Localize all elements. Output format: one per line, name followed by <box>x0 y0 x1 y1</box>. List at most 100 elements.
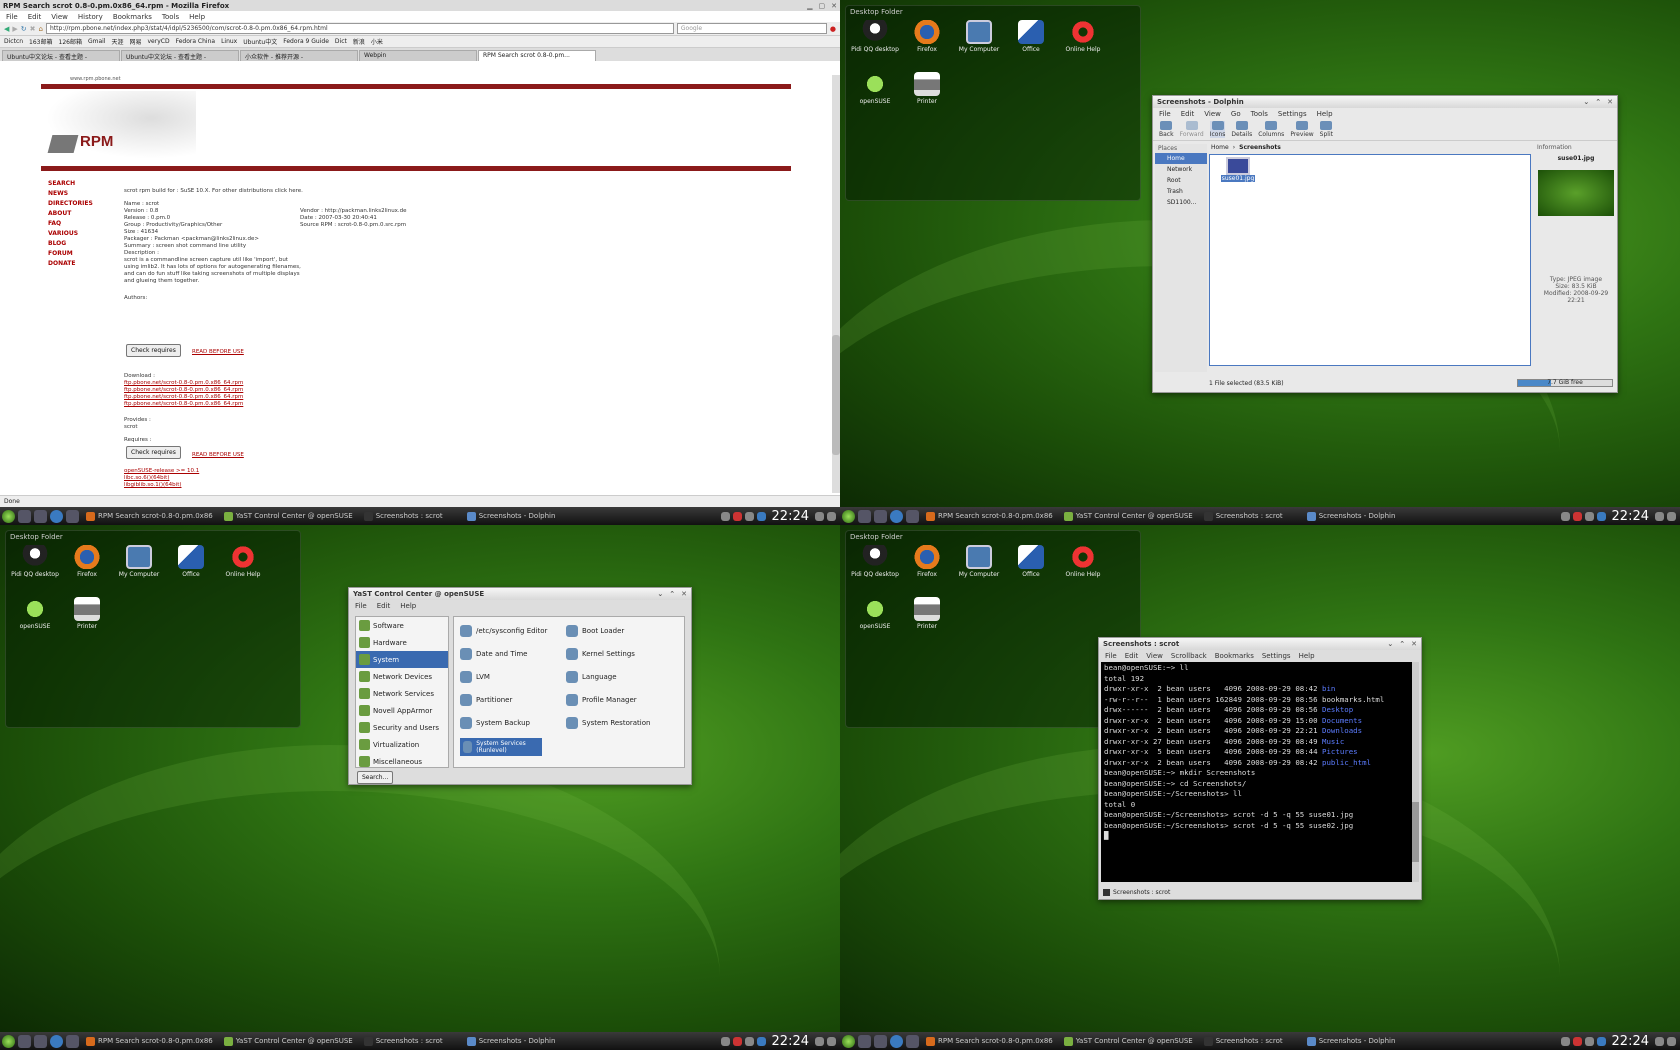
taskbar-item[interactable]: Screenshots : scrot <box>1200 1034 1300 1049</box>
download-link[interactable]: ftp.pbone.net/scrot-0.8-0.pm.0.x86_64.rp… <box>124 401 243 408</box>
tray-icon[interactable] <box>1572 511 1582 521</box>
place-home[interactable]: Home <box>1155 153 1207 164</box>
taskbar-item[interactable]: Screenshots - Dolphin <box>1303 1034 1403 1049</box>
close-icon[interactable]: ✕ <box>831 2 837 10</box>
close-icon[interactable]: ✕ <box>1607 98 1613 106</box>
menu-tools[interactable]: Tools <box>1251 110 1268 118</box>
module-datetime[interactable]: Date and Time <box>460 648 527 660</box>
pager-icon[interactable] <box>34 1034 47 1048</box>
module-backup[interactable]: System Backup <box>460 717 530 729</box>
taskbar-item[interactable]: YaST Control Center @ openSUSE <box>220 1034 357 1049</box>
clock[interactable]: 22:24 <box>1609 509 1652 524</box>
reload-icon[interactable]: ↻ <box>21 25 27 33</box>
minimize-icon[interactable]: ⌄ <box>1387 640 1393 648</box>
tray-icon[interactable] <box>720 511 730 521</box>
bookmark-item[interactable]: 新浪 <box>353 37 365 46</box>
maximize-icon[interactable]: ⌃ <box>1595 98 1601 106</box>
menu-view[interactable]: View <box>51 13 68 21</box>
browser-tab-active[interactable]: RPM Search scrot 0.8-0.pm... <box>478 50 596 61</box>
computer-icon[interactable] <box>906 1034 919 1048</box>
menu-file[interactable]: File <box>355 602 367 610</box>
nav-link[interactable]: DONATE <box>48 259 93 269</box>
computer-icon[interactable] <box>66 1034 79 1048</box>
power-icon[interactable] <box>1655 511 1664 521</box>
window-titlebar[interactable]: Screenshots - Dolphin ⌄ ⌃ ✕ <box>1153 96 1617 108</box>
search-button[interactable]: Search... <box>357 771 394 784</box>
back-icon[interactable]: ◀ <box>4 25 9 33</box>
place-network[interactable]: Network <box>1155 164 1207 175</box>
menu-view[interactable]: View <box>1146 652 1163 660</box>
minimize-icon[interactable]: ⌄ <box>657 590 663 598</box>
icons-view-button[interactable]: Icons <box>1209 121 1226 138</box>
bookmark-item[interactable]: Dictcn <box>4 38 23 45</box>
desktop-icon-office[interactable]: Office <box>1006 20 1056 53</box>
lock-icon[interactable] <box>827 1036 836 1046</box>
clock[interactable]: 22:24 <box>769 509 812 524</box>
place-device[interactable]: SD1100... <box>1155 197 1207 208</box>
category-hardware[interactable]: Hardware <box>356 634 448 651</box>
minimize-icon[interactable]: ▁ <box>807 2 812 10</box>
menu-bookmarks[interactable]: Bookmarks <box>113 13 152 21</box>
lock-icon[interactable] <box>1667 1036 1676 1046</box>
module-restoration[interactable]: System Restoration <box>566 717 650 729</box>
module-language[interactable]: Language <box>566 671 617 683</box>
power-icon[interactable] <box>815 511 824 521</box>
file-item[interactable]: suse01.jpg <box>1220 157 1256 182</box>
desktop-icon[interactable] <box>18 1034 31 1048</box>
kickoff-menu-icon[interactable] <box>842 1034 855 1048</box>
read-before-link[interactable]: READ BEFORE USE <box>192 349 244 356</box>
bookmark-item[interactable]: 小米 <box>371 37 383 46</box>
place-root[interactable]: Root <box>1155 175 1207 186</box>
kickoff-menu-icon[interactable] <box>842 509 855 523</box>
module-services[interactable]: System Services (Runlevel) <box>460 738 542 756</box>
desktop-icon-computer[interactable]: My Computer <box>954 545 1004 578</box>
bookmark-item[interactable]: Dict <box>335 38 347 45</box>
tray-icon[interactable] <box>1584 1036 1594 1046</box>
clock[interactable]: 22:24 <box>769 1034 812 1049</box>
menu-history[interactable]: History <box>78 13 103 21</box>
globe-icon[interactable] <box>50 1034 63 1048</box>
taskbar-item[interactable]: Screenshots : scrot <box>360 509 460 524</box>
desktop-icon-firefox[interactable]: Firefox <box>62 545 112 578</box>
desktop-icon-printer[interactable]: Printer <box>902 597 952 630</box>
stop-icon[interactable]: ✖ <box>30 25 36 33</box>
pager-icon[interactable] <box>874 1034 887 1048</box>
nav-link[interactable]: NEWS <box>48 189 93 199</box>
lock-icon[interactable] <box>827 511 836 521</box>
menu-scrollback[interactable]: Scrollback <box>1171 652 1207 660</box>
maximize-icon[interactable]: ⌃ <box>1399 640 1405 648</box>
category-network-devices[interactable]: Network Devices <box>356 668 448 685</box>
category-system[interactable]: System <box>356 651 448 668</box>
tray-icon[interactable] <box>1560 511 1570 521</box>
pager-icon[interactable] <box>874 509 887 523</box>
tray-icon[interactable] <box>1584 511 1594 521</box>
menu-edit[interactable]: Edit <box>28 13 42 21</box>
desktop-icon-help[interactable]: Online Help <box>1058 545 1108 578</box>
bookmark-item[interactable]: Linux <box>221 38 237 45</box>
url-bar[interactable]: http://rpm.pbone.net/index.php3/stat/4/i… <box>45 23 674 34</box>
bookmark-item[interactable]: 126邮箱 <box>59 37 82 46</box>
desktop-icon-office[interactable]: Office <box>1006 545 1056 578</box>
menu-edit[interactable]: Edit <box>1125 652 1139 660</box>
maximize-icon[interactable]: ⌃ <box>669 590 675 598</box>
menu-help[interactable]: Help <box>189 13 205 21</box>
nav-link[interactable]: DIRECTORIES <box>48 199 93 209</box>
category-security[interactable]: Security and Users <box>356 719 448 736</box>
vertical-scrollbar[interactable] <box>832 75 840 493</box>
menu-file[interactable]: File <box>1105 652 1117 660</box>
menu-view[interactable]: View <box>1204 110 1221 118</box>
menu-edit[interactable]: Edit <box>377 602 391 610</box>
menu-help[interactable]: Help <box>1317 110 1333 118</box>
home-icon[interactable]: ⌂ <box>39 25 43 33</box>
menu-tools[interactable]: Tools <box>162 13 179 21</box>
nav-link[interactable]: VARIOUS <box>48 229 93 239</box>
module-profile-manager[interactable]: Profile Manager <box>566 694 637 706</box>
globe-icon[interactable] <box>50 509 63 523</box>
maximize-icon[interactable]: ▢ <box>819 2 826 10</box>
browser-tab[interactable]: 小众软件 - 推荐开源 - <box>240 50 358 61</box>
desktop-icon[interactable] <box>858 1034 871 1048</box>
desktop-icon-printer[interactable]: Printer <box>62 597 112 630</box>
desktop-icon-qq[interactable]: Pidi QQ desktop <box>850 545 900 578</box>
bookmark-item[interactable]: veryCD <box>148 38 170 45</box>
taskbar-item[interactable]: Screenshots - Dolphin <box>1303 509 1403 524</box>
